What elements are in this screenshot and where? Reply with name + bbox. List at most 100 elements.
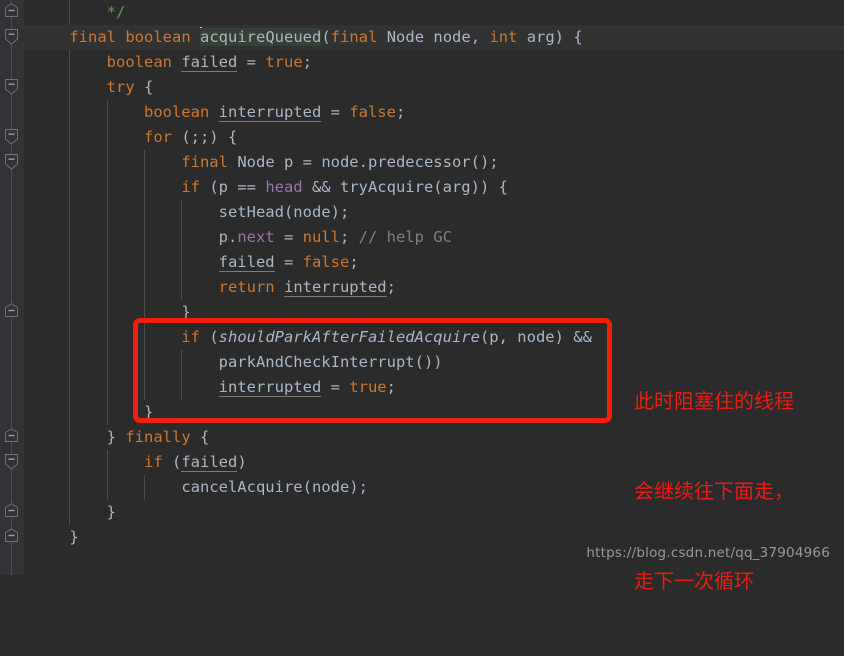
- indent-guide: [106, 375, 108, 400]
- indent-guide: [69, 75, 71, 100]
- code-line[interactable]: */: [24, 0, 844, 25]
- code-token: Node: [386, 28, 425, 46]
- indent-guide: [69, 450, 71, 475]
- code-token: arg) {: [517, 28, 583, 46]
- fold-toggle-icon[interactable]: [4, 528, 19, 543]
- code-token: node,: [424, 28, 490, 46]
- code-line[interactable]: final boolean acquireQueued(final Node n…: [24, 25, 844, 50]
- indent-guide: [181, 375, 183, 400]
- code-token: // help GC: [358, 228, 452, 246]
- code-line[interactable]: }: [24, 300, 844, 325]
- indent-guide: [143, 175, 145, 200]
- code-token: (: [199, 328, 219, 346]
- annotation-line-1: 此时阻塞住的线程: [634, 389, 794, 413]
- code-token: }: [181, 303, 191, 321]
- indent-guide: [106, 475, 108, 500]
- code-token: failed: [181, 53, 238, 72]
- code-token: (: [321, 28, 331, 46]
- fold-toggle-icon[interactable]: [4, 128, 19, 145]
- indent-guide: [69, 150, 71, 175]
- code-token: acquireQueued: [200, 28, 322, 46]
- fold-toggle-icon[interactable]: [4, 453, 19, 470]
- indent-guide: [69, 325, 71, 350]
- indent-guide: [143, 475, 145, 500]
- indent-guide: [106, 100, 108, 125]
- code-token: p.: [218, 228, 238, 246]
- code-token: interrupted: [218, 378, 322, 397]
- indent-guide: [69, 50, 71, 75]
- code-line[interactable]: for (;;) {: [24, 125, 844, 150]
- indent-guide: [143, 200, 145, 225]
- code-token: next: [237, 228, 275, 246]
- indent-guide: [106, 250, 108, 275]
- code-line[interactable]: boolean failed = true;: [24, 50, 844, 75]
- indent-guide: [106, 125, 108, 150]
- code-line[interactable]: setHead(node);: [24, 200, 844, 225]
- code-editor[interactable]: */ final boolean acquireQueued(final Nod…: [0, 0, 844, 593]
- code-token: true: [349, 378, 387, 396]
- code-token: }: [106, 503, 116, 521]
- code-token: try: [106, 78, 135, 96]
- code-token: =: [237, 53, 266, 71]
- fold-toggle-icon[interactable]: [4, 428, 19, 443]
- watermark-url: https://blog.csdn.net/qq_37904966: [586, 545, 830, 561]
- code-token: interrupted: [218, 103, 322, 122]
- indent-guide: [143, 325, 145, 350]
- code-line[interactable]: failed = false;: [24, 250, 844, 275]
- indent-guide: [106, 325, 108, 350]
- code-line[interactable]: p.next = null; // help GC: [24, 225, 844, 250]
- code-token: (p, node) &&: [479, 328, 592, 346]
- indent-guide: [181, 275, 183, 300]
- indent-guide: [106, 450, 108, 475]
- code-line[interactable]: if (p == head && tryAcquire(arg)) {: [24, 175, 844, 200]
- code-line[interactable]: final Node p = node.predecessor();: [24, 150, 844, 175]
- code-token: ;: [386, 378, 396, 396]
- indent-guide: [143, 300, 145, 325]
- indent-guide: [106, 300, 108, 325]
- code-token: ;: [339, 228, 359, 246]
- fold-toggle-icon[interactable]: [4, 78, 19, 95]
- code-token: boolean: [125, 28, 191, 46]
- code-token: if: [143, 453, 163, 471]
- indent-guide: [143, 375, 145, 400]
- code-token: =: [274, 228, 303, 246]
- indent-guide: [181, 250, 183, 275]
- fold-toggle-icon[interactable]: [4, 3, 19, 18]
- indent-guide: [69, 400, 71, 425]
- code-token: for: [143, 128, 172, 146]
- indent-guide: [181, 200, 183, 225]
- indent-guide: [69, 250, 71, 275]
- code-token: failed: [181, 453, 238, 472]
- code-token: (: [162, 453, 182, 471]
- code-token: ;: [386, 278, 396, 296]
- code-token: {: [134, 78, 154, 96]
- indent-guide: [69, 375, 71, 400]
- code-line[interactable]: return interrupted;: [24, 275, 844, 300]
- fold-toggle-icon[interactable]: [4, 28, 19, 45]
- indent-guide: [69, 0, 71, 25]
- indent-guide: [69, 175, 71, 200]
- indent-guide: [106, 175, 108, 200]
- fold-gutter[interactable]: [0, 0, 24, 575]
- code-token: }: [106, 428, 126, 446]
- fold-toggle-icon[interactable]: [4, 503, 19, 518]
- code-token: boolean: [143, 103, 210, 121]
- code-token: interrupted: [283, 278, 387, 297]
- fold-toggle-icon[interactable]: [4, 153, 19, 170]
- fold-toggle-icon[interactable]: [4, 303, 19, 318]
- code-line[interactable]: boolean interrupted = false;: [24, 100, 844, 125]
- code-token: ;: [395, 103, 406, 121]
- indent-guide: [106, 225, 108, 250]
- code-line[interactable]: try {: [24, 75, 844, 100]
